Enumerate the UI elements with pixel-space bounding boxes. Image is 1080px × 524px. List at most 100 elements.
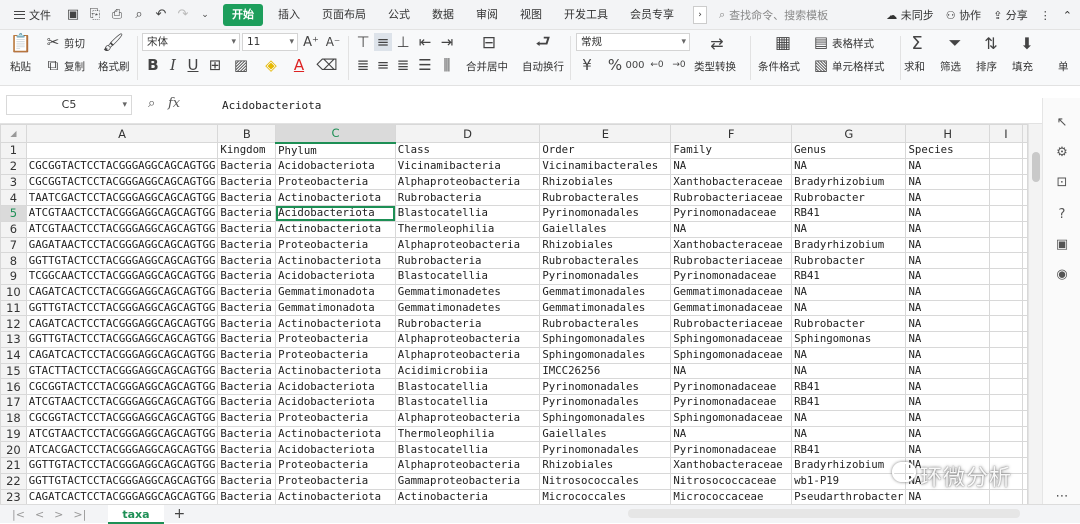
cell-d21[interactable]: Alphaproteobacteria <box>394 457 541 474</box>
cell-b6[interactable]: Bacteria <box>217 220 277 238</box>
sum-button[interactable]: 求和 <box>904 59 925 74</box>
cell-f16[interactable]: Pyrinomonadaceae <box>670 378 793 395</box>
cell-h14[interactable]: NA <box>905 346 990 364</box>
cell-g16[interactable]: RB41 <box>791 378 907 395</box>
clear-format-icon[interactable]: ⌫ <box>316 56 337 74</box>
cell-f7[interactable]: Xanthobacteraceae <box>670 236 793 254</box>
cell-e20[interactable]: Pyrinomonadales <box>539 441 672 458</box>
cell-e15[interactable]: IMCC26256 <box>539 362 672 380</box>
cell-a23[interactable]: CAGATCACTCCTACGGGAGGCAGCAGTGG <box>25 488 219 504</box>
cell-h9[interactable]: NA <box>905 268 990 285</box>
scrollbar-thumb[interactable] <box>1032 152 1040 182</box>
cell-d3[interactable]: Alphaproteobacteria <box>394 173 541 191</box>
cell-f2[interactable]: NA <box>670 157 793 175</box>
paste-button[interactable]: 粘贴 <box>10 59 31 74</box>
share-button[interactable]: ⇪ 分享 <box>993 7 1028 23</box>
cell-e1[interactable]: Order <box>539 142 672 159</box>
row-header[interactable]: 7 <box>0 236 27 254</box>
cell-h17[interactable]: NA <box>905 394 990 411</box>
name-box[interactable]: C5 <box>6 95 132 115</box>
wrap-text-icon[interactable]: ⮐ <box>534 32 552 52</box>
cell-d11[interactable]: Gemmatimonadetes <box>394 299 541 317</box>
align-bottom-icon[interactable]: ⊥ <box>394 33 412 51</box>
row-header[interactable]: 5 <box>0 205 27 222</box>
row-header[interactable]: 21 <box>0 457 27 474</box>
cell-b14[interactable]: Bacteria <box>217 346 277 364</box>
next-sheet-icon[interactable]: > <box>54 508 63 521</box>
cell-d6[interactable]: Thermoleophilia <box>394 220 541 238</box>
cell-b1[interactable]: Kingdom <box>217 142 277 159</box>
cell-b3[interactable]: Bacteria <box>217 173 277 191</box>
cell-a15[interactable]: GTACTTACTCCTACGGGAGGCAGCAGTGG <box>25 362 219 380</box>
cell-d19[interactable]: Thermoleophilia <box>394 425 541 443</box>
cell-i18[interactable] <box>988 409 1024 427</box>
table-style-icon[interactable]: ▤ <box>812 33 830 51</box>
cell-b5[interactable]: Bacteria <box>217 205 277 222</box>
cell-b2[interactable]: Bacteria <box>217 157 277 175</box>
cell-b18[interactable]: Bacteria <box>217 409 277 427</box>
cell-i1[interactable] <box>988 142 1024 159</box>
ribbon-tab-5[interactable]: 审阅 <box>465 4 509 26</box>
cell-c7[interactable]: Proteobacteria <box>275 236 396 254</box>
select-all-corner[interactable]: ◢ <box>0 124 27 143</box>
cell-b19[interactable]: Bacteria <box>217 425 277 443</box>
cell-i13[interactable] <box>988 331 1024 348</box>
cell-e12[interactable]: Rubrobacterales <box>539 315 672 332</box>
export-pdf-icon[interactable]: ⎘ <box>87 7 103 23</box>
cell-h8[interactable]: NA <box>905 252 990 269</box>
column-header-i[interactable]: I <box>988 124 1024 143</box>
cut-button[interactable]: 剪切 <box>64 36 85 51</box>
cell-h7[interactable]: NA <box>905 236 990 254</box>
first-sheet-icon[interactable]: |< <box>12 508 25 521</box>
align-center-icon[interactable]: ≡ <box>374 56 392 74</box>
cell-g6[interactable]: NA <box>791 220 907 238</box>
indent-decrease-icon[interactable]: ⇤ <box>416 33 434 51</box>
cell-g7[interactable]: Bradyrhizobium <box>791 236 907 254</box>
more-options-icon[interactable]: ⋮ <box>1040 9 1051 22</box>
cell-g23[interactable]: Pseudarthrobacter <box>791 488 907 504</box>
cell-e21[interactable]: Rhizobiales <box>539 457 672 474</box>
sort-icon[interactable]: ⇅ <box>982 34 1000 53</box>
cell-e4[interactable]: Rubrobacterales <box>539 189 672 206</box>
ribbon-tab-3[interactable]: 公式 <box>377 4 421 26</box>
add-sheet-icon[interactable]: + <box>174 506 186 522</box>
merge-center-button[interactable]: 合并居中 <box>466 59 508 74</box>
cell-a22[interactable]: GGTTGTACTCCTACGGGAGGCAGCAGTGG <box>25 472 219 490</box>
vertical-scrollbar[interactable] <box>1028 124 1042 504</box>
cell-c14[interactable]: Proteobacteria <box>275 346 396 364</box>
cell-e22[interactable]: Nitrosococcales <box>539 472 672 490</box>
location-icon[interactable]: ◉ <box>1054 266 1070 282</box>
cell-i2[interactable] <box>988 157 1024 175</box>
row-header[interactable]: 4 <box>0 189 27 206</box>
cell-g15[interactable]: NA <box>791 362 907 380</box>
cell-e7[interactable]: Rhizobiales <box>539 236 672 254</box>
cell-c11[interactable]: Gemmatimonadota <box>275 299 396 317</box>
row-header[interactable]: 3 <box>0 173 27 191</box>
cell-f22[interactable]: Nitrosococcaceae <box>670 472 793 490</box>
cell-f20[interactable]: Pyrinomonadaceae <box>670 441 793 458</box>
cell-c20[interactable]: Acidobacteriota <box>275 441 396 458</box>
cell-e11[interactable]: Gemmatimonadales <box>539 299 672 317</box>
wrap-text-button[interactable]: 自动换行 <box>522 59 564 74</box>
cell-a8[interactable]: GGTTGTACTCCTACGGGAGGCAGCAGTGG <box>25 252 219 269</box>
column-header-b[interactable]: B <box>217 124 277 143</box>
cell-h19[interactable]: NA <box>905 425 990 443</box>
font-name-select[interactable]: 宋体 <box>142 33 240 51</box>
formula-input[interactable]: Acidobacteriota <box>216 95 1042 117</box>
cell-f9[interactable]: Pyrinomonadaceae <box>670 268 793 285</box>
row-header[interactable]: 12 <box>0 315 27 332</box>
format-painter-icon[interactable]: 🖌 <box>102 33 124 53</box>
cell-i7[interactable] <box>988 236 1024 254</box>
ribbon-tab-1[interactable]: 插入 <box>267 4 311 26</box>
cell-c22[interactable]: Proteobacteria <box>275 472 396 490</box>
cell-a21[interactable]: GGTTGTACTCCTACGGGAGGCAGCAGTGG <box>25 457 219 474</box>
cell-a18[interactable]: CGCGGTACTCCTACGGGAGGCAGCAGTGG <box>25 409 219 427</box>
filter-icon[interactable]: ⏷ <box>946 33 964 52</box>
cell-c4[interactable]: Actinobacteriota <box>275 189 396 206</box>
cell-b22[interactable]: Bacteria <box>217 472 277 490</box>
cell-a11[interactable]: GGTTGTACTCCTACGGGAGGCAGCAGTGG <box>25 299 219 317</box>
sync-status-button[interactable]: ☁ 未同步 <box>886 7 934 23</box>
cell-f18[interactable]: Sphingomonadaceae <box>670 409 793 427</box>
row-header[interactable]: 22 <box>0 472 27 490</box>
cell-b10[interactable]: Bacteria <box>217 283 277 301</box>
